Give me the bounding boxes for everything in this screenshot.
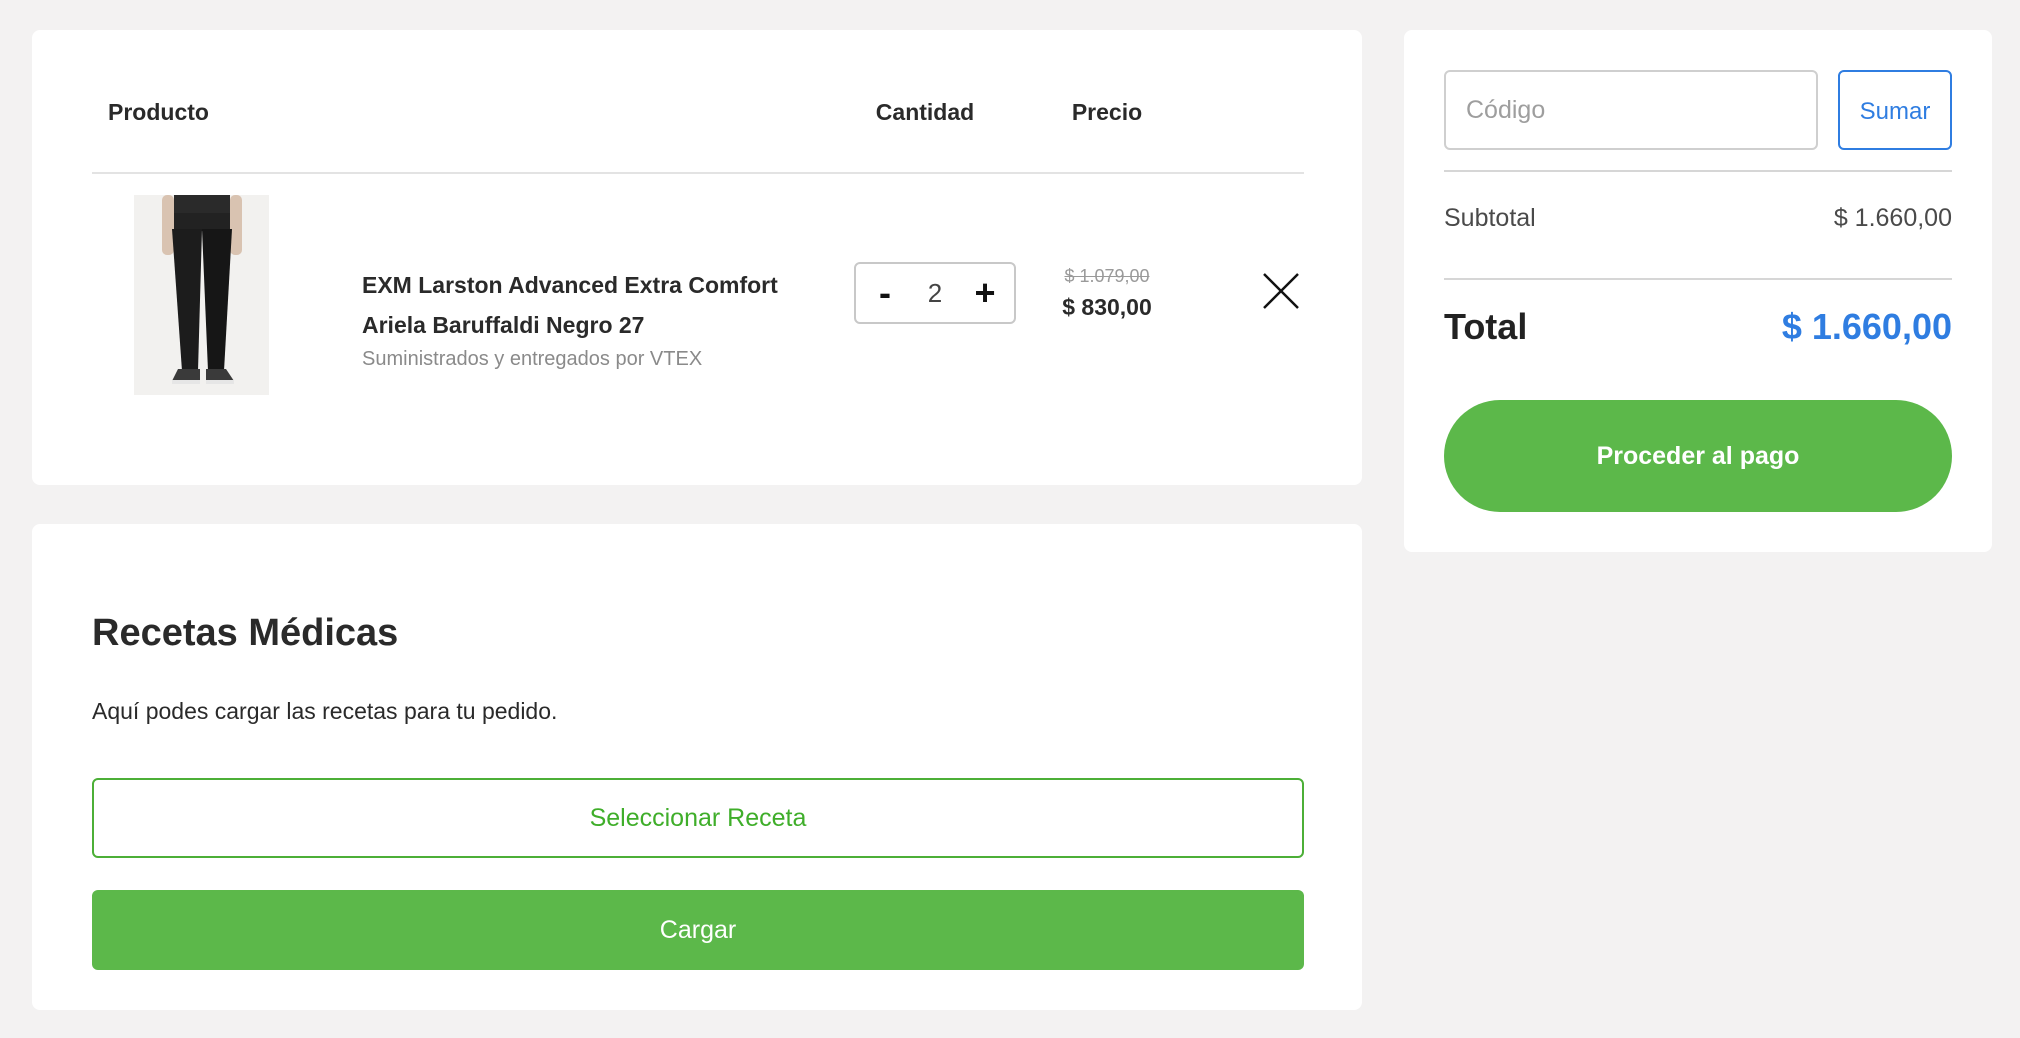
quantity-stepper: - 2 + [854, 262, 1016, 324]
divider [1444, 170, 1952, 172]
product-image[interactable] [134, 195, 269, 395]
product-name-line-2: Ariela Baruffaldi Negro 27 [362, 312, 645, 338]
apply-coupon-button[interactable]: Sumar [1838, 70, 1952, 150]
total-value: $ 1.660,00 [1781, 306, 1952, 347]
coupon-code-input[interactable] [1444, 70, 1818, 150]
checkout-button[interactable]: Proceder al pago [1444, 400, 1952, 512]
total-label: Total [1444, 306, 1528, 347]
product-seller: Suministrados y entregados por VTEX [362, 348, 703, 370]
cart-table-header: Producto Cantidad Precio [92, 90, 1304, 174]
product-name[interactable]: EXM Larston Advanced Extra Comfort Ariel… [362, 265, 832, 345]
subtotal-label: Subtotal [1444, 204, 1536, 232]
cart-card: Producto Cantidad Precio EXM Larston Adv… [32, 30, 1362, 485]
upload-prescription-button[interactable]: Cargar [92, 890, 1304, 970]
subtotal-value: $ 1.660,00 [1833, 204, 1952, 232]
divider [1444, 278, 1952, 280]
close-icon [1263, 273, 1299, 309]
quantity-value[interactable]: 2 [906, 264, 964, 322]
product-name-line-1: EXM Larston Advanced Extra Comfort [362, 272, 778, 298]
quantity-decrement-button[interactable]: - [860, 264, 910, 322]
column-header-quantity: Cantidad [875, 99, 975, 125]
quantity-increment-button[interactable]: + [960, 264, 1010, 322]
prescriptions-description: Aquí podes cargar las recetas para tu pe… [92, 698, 558, 724]
prescriptions-title: Recetas Médicas [92, 612, 399, 654]
select-prescription-button[interactable]: Seleccionar Receta [92, 778, 1304, 858]
column-header-price: Precio [1071, 99, 1143, 125]
remove-item-button[interactable] [1260, 270, 1302, 312]
prescriptions-card: Recetas Médicas Aquí podes cargar las re… [32, 524, 1362, 1010]
price-original: $ 1.079,00 [1064, 266, 1150, 286]
column-header-product: Producto [108, 99, 209, 125]
order-summary-card: Sumar Subtotal $ 1.660,00 Total $ 1.660,… [1404, 30, 1992, 552]
price-current: $ 830,00 [1062, 294, 1152, 320]
